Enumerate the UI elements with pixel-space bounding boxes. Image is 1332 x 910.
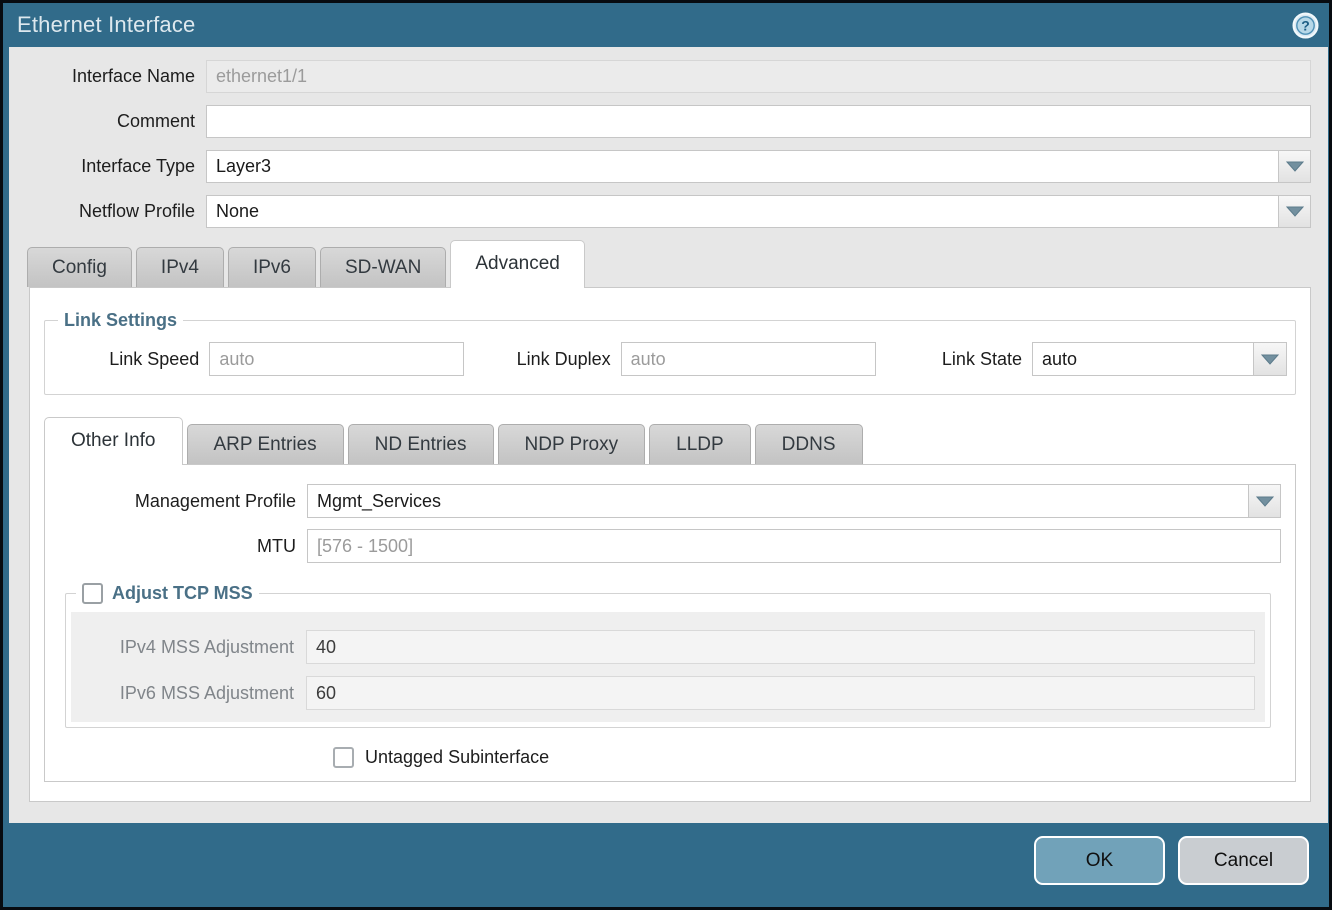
mtu-label: MTU xyxy=(59,536,307,557)
untagged-subinterface-checkbox[interactable] xyxy=(333,747,354,768)
interface-name-row: Interface Name xyxy=(9,60,1311,93)
netflow-profile-combo[interactable] xyxy=(206,195,1311,228)
interface-type-dropdown-button[interactable] xyxy=(1278,150,1311,183)
link-speed-field[interactable] xyxy=(209,342,464,376)
netflow-profile-label: Netflow Profile xyxy=(9,201,206,222)
chevron-down-icon xyxy=(1286,206,1304,217)
tab-sdwan[interactable]: SD-WAN xyxy=(320,247,446,287)
link-state-value[interactable] xyxy=(1032,342,1253,376)
mtu-row: MTU xyxy=(59,529,1281,563)
interface-type-value[interactable] xyxy=(206,150,1278,183)
management-profile-label: Management Profile xyxy=(59,491,307,512)
link-speed-label: Link Speed xyxy=(53,349,209,370)
ipv4-mss-field xyxy=(306,630,1255,664)
link-speed-group: Link Speed xyxy=(53,342,464,376)
link-duplex-field[interactable] xyxy=(621,342,876,376)
management-profile-row: Management Profile xyxy=(59,484,1281,518)
mss-panel: IPv4 MSS Adjustment IPv6 MSS Adjustment xyxy=(71,612,1265,722)
ipv6-mss-label: IPv6 MSS Adjustment xyxy=(71,683,306,704)
interface-type-row: Interface Type xyxy=(9,150,1311,183)
chevron-down-icon xyxy=(1261,354,1279,365)
tab-ddns[interactable]: DDNS xyxy=(755,424,863,464)
ipv6-mss-row: IPv6 MSS Adjustment xyxy=(71,676,1265,710)
comment-field[interactable] xyxy=(206,105,1311,138)
ok-button[interactable]: OK xyxy=(1034,836,1165,885)
help-icon[interactable]: ? xyxy=(1292,12,1319,39)
tab-config[interactable]: Config xyxy=(27,247,132,287)
netflow-profile-row: Netflow Profile xyxy=(9,195,1311,228)
netflow-profile-value[interactable] xyxy=(206,195,1278,228)
tab-ipv4[interactable]: IPv4 xyxy=(136,247,224,287)
tab-lldp[interactable]: LLDP xyxy=(649,424,751,464)
tab-ndp-proxy[interactable]: NDP Proxy xyxy=(498,424,646,464)
management-profile-value[interactable] xyxy=(307,484,1248,518)
adjust-tcp-mss-label: Adjust TCP MSS xyxy=(112,583,253,604)
chevron-down-icon xyxy=(1286,161,1304,172)
advanced-panel: Link Settings Link Speed Link Duplex xyxy=(29,287,1311,802)
tab-other-info[interactable]: Other Info xyxy=(44,417,183,465)
dialog-title: Ethernet Interface xyxy=(17,12,1292,38)
chevron-down-icon xyxy=(1256,496,1274,507)
cancel-button[interactable]: Cancel xyxy=(1178,836,1309,885)
comment-row: Comment xyxy=(9,105,1311,138)
interface-type-label: Interface Type xyxy=(9,156,206,177)
mtu-field[interactable] xyxy=(307,529,1281,563)
titlebar: Ethernet Interface ? xyxy=(3,3,1329,47)
interface-type-combo[interactable] xyxy=(206,150,1311,183)
management-profile-combo[interactable] xyxy=(307,484,1281,518)
link-settings-row: Link Speed Link Duplex Link State xyxy=(53,336,1287,384)
tab-arp-entries[interactable]: ARP Entries xyxy=(187,424,344,464)
tab-ipv6[interactable]: IPv6 xyxy=(228,247,316,287)
link-state-group: Link State xyxy=(876,342,1287,376)
netflow-profile-dropdown-button[interactable] xyxy=(1278,195,1311,228)
management-profile-dropdown-button[interactable] xyxy=(1248,484,1281,518)
ethernet-interface-dialog: Ethernet Interface ? Interface Name Comm… xyxy=(0,0,1332,910)
sub-tabbar: Other Info ARP Entries ND Entries NDP Pr… xyxy=(41,417,1299,464)
ipv6-mss-field xyxy=(306,676,1255,710)
link-state-label: Link State xyxy=(876,349,1032,370)
link-duplex-group: Link Duplex xyxy=(464,342,875,376)
untagged-subinterface-label: Untagged Subinterface xyxy=(365,747,549,768)
tab-advanced[interactable]: Advanced xyxy=(450,240,585,288)
other-info-panel: Management Profile MTU xyxy=(44,464,1296,782)
link-state-dropdown-button[interactable] xyxy=(1253,342,1287,376)
interface-name-field xyxy=(206,60,1311,93)
dialog-body: Interface Name Comment Interface Type Ne… xyxy=(9,47,1328,823)
untagged-subinterface-row: Untagged Subinterface xyxy=(59,747,1281,768)
adjust-tcp-mss-legend: Adjust TCP MSS xyxy=(76,583,259,604)
svg-text:?: ? xyxy=(1301,17,1310,33)
ipv4-mss-label: IPv4 MSS Adjustment xyxy=(71,637,306,658)
tab-nd-entries[interactable]: ND Entries xyxy=(348,424,494,464)
link-settings-legend: Link Settings xyxy=(58,310,183,331)
comment-label: Comment xyxy=(9,111,206,132)
interface-name-label: Interface Name xyxy=(9,66,206,87)
main-tabbar: Config IPv4 IPv6 SD-WAN Advanced xyxy=(9,240,1311,287)
adjust-tcp-mss-checkbox[interactable] xyxy=(82,583,103,604)
link-settings-fieldset: Link Settings Link Speed Link Duplex xyxy=(44,310,1296,395)
adjust-tcp-mss-fieldset: Adjust TCP MSS IPv4 MSS Adjustment IPv6 … xyxy=(65,583,1271,728)
ipv4-mss-row: IPv4 MSS Adjustment xyxy=(71,630,1265,664)
link-duplex-label: Link Duplex xyxy=(464,349,620,370)
dialog-footer: OK Cancel xyxy=(3,823,1329,907)
